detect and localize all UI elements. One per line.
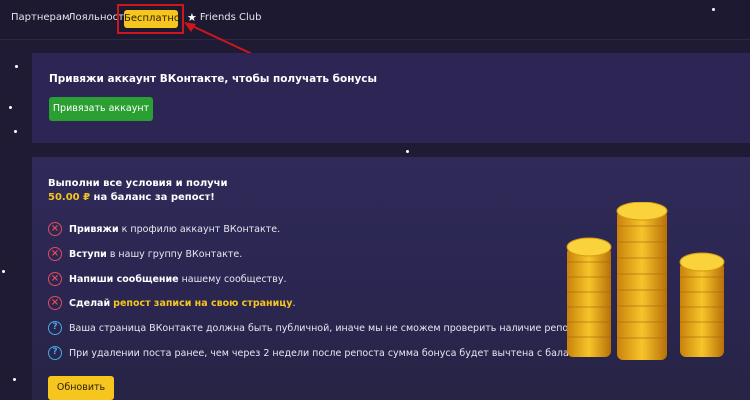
note-item: ? Ваша страница ВКонтакте должна быть пу… (48, 321, 588, 335)
title-line-2: 50.00 ₽ на баланс за репост! (48, 191, 228, 205)
background-star (406, 150, 409, 153)
condition-rest: к профилю аккаунт ВКонтакте. (118, 223, 281, 235)
x-circle-icon: × (48, 247, 62, 261)
bonus-amount: 50.00 ₽ (48, 192, 91, 203)
background-star (15, 65, 18, 68)
title-line-2-rest: на баланс за репост! (90, 192, 215, 203)
repost-bonus-title: Выполни все условия и получи 50.00 ₽ на … (48, 177, 228, 205)
highlight-box: Бесплатно (117, 4, 184, 34)
x-circle-icon: × (48, 296, 62, 310)
condition-item: × Вступи в нашу группу ВКонтакте. (48, 247, 242, 261)
condition-item: × Напиши сообщение нашему сообществу. (48, 272, 286, 286)
bind-account-panel: Привяжи аккаунт ВКонтакте, чтобы получат… (32, 53, 750, 143)
condition-text: Вступи в нашу группу ВКонтакте. (69, 249, 242, 260)
title-line-1: Выполни все условия и получи (48, 178, 228, 189)
question-circle-icon: ? (48, 346, 62, 360)
condition-bold: Привяжи (69, 223, 119, 235)
note-text: При удалении поста ранее, чем через 2 не… (69, 347, 590, 359)
background-star (2, 270, 5, 273)
condition-item: × Привяжи к профилю аккаунт ВКонтакте. (48, 222, 280, 236)
nav-partners-link[interactable]: Партнерам (11, 12, 70, 23)
background-star (14, 130, 17, 133)
repost-bonus-panel: Выполни все условия и получи 50.00 ₽ на … (32, 157, 750, 400)
condition-text: Сделай репост записи на свою страницу. (69, 298, 296, 309)
condition-bold: Вступи (69, 248, 107, 260)
condition-rest: в нашу группу ВКонтакте. (106, 248, 243, 260)
top-navigation: Партнерам Лояльность Бесплатно ★ Friends… (0, 0, 750, 40)
condition-rest: . (292, 297, 296, 309)
bind-account-button[interactable]: Привязать аккаунт (49, 97, 153, 121)
condition-rest: нашему сообществу. (178, 273, 287, 285)
x-circle-icon: × (48, 272, 62, 286)
background-star (9, 106, 12, 109)
x-circle-icon: × (48, 222, 62, 236)
repost-link[interactable]: репост записи на свою страницу (113, 298, 292, 309)
background-star (13, 378, 16, 381)
condition-bold: Напиши сообщение (69, 273, 179, 285)
background-star (712, 8, 715, 11)
condition-bold: Сделай (69, 297, 111, 309)
note-text: Ваша страница ВКонтакте должна быть публ… (69, 322, 588, 334)
condition-item: × Сделай репост записи на свою страницу. (48, 296, 296, 310)
condition-text: Привяжи к профилю аккаунт ВКонтакте. (69, 224, 280, 235)
coin-stacks-icon (566, 202, 725, 360)
nav-free-button[interactable]: Бесплатно (124, 10, 180, 28)
question-circle-icon: ? (48, 321, 62, 335)
note-item: ? При удалении поста ранее, чем через 2 … (48, 346, 589, 360)
refresh-button[interactable]: Обновить (48, 376, 114, 400)
condition-text: Напиши сообщение нашему сообществу. (69, 274, 286, 285)
bind-account-title: Привяжи аккаунт ВКонтакте, чтобы получат… (49, 73, 378, 85)
